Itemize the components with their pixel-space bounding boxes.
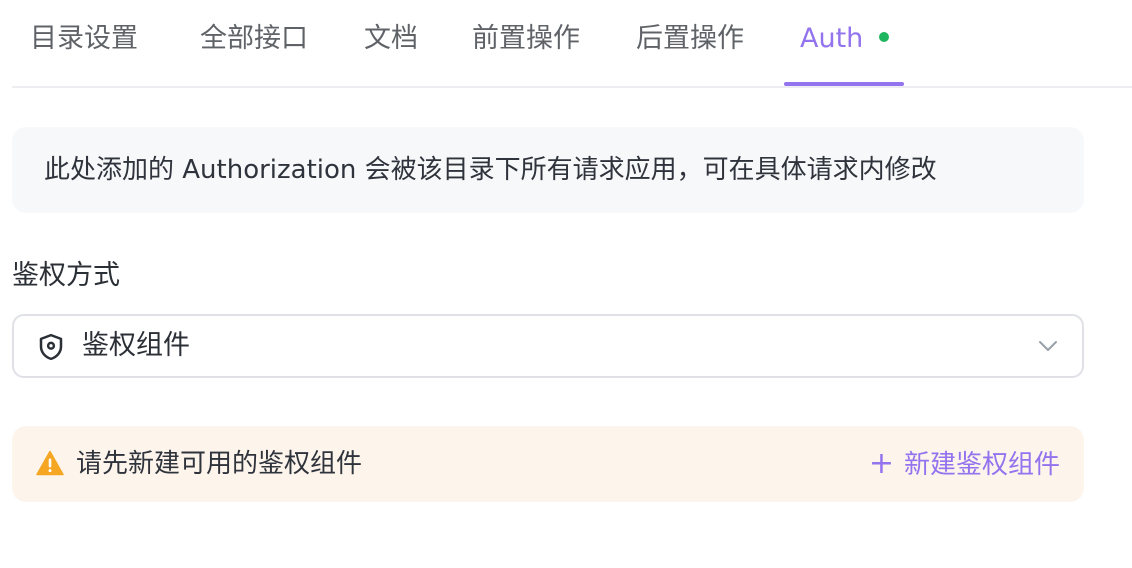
auth-method-select[interactable]: 鉴权组件 (12, 314, 1084, 378)
tab-docs[interactable]: 文档 (364, 0, 418, 86)
auth-info-banner: 此处添加的 Authorization 会被该目录下所有请求应用，可在具体请求内… (12, 127, 1084, 213)
no-auth-component-warning: 请先新建可用的鉴权组件 + 新建鉴权组件 (12, 426, 1084, 502)
create-auth-component-label: 新建鉴权组件 (903, 450, 1060, 480)
warning-triangle-icon (36, 450, 64, 476)
tab-pre-operations[interactable]: 前置操作 (472, 0, 580, 86)
chevron-down-icon (1039, 341, 1057, 351)
tab-directory-settings[interactable]: 目录设置 (30, 0, 138, 86)
tab-all-apis[interactable]: 全部接口 (200, 0, 308, 86)
tab-auth[interactable]: Auth (800, 0, 890, 86)
shield-icon (39, 333, 63, 361)
warning-text: 请先新建可用的鉴权组件 (76, 449, 363, 479)
plus-icon: + (868, 446, 894, 481)
create-auth-component-button[interactable]: + 新建鉴权组件 (869, 426, 1060, 503)
auth-method-label: 鉴权方式 (12, 260, 120, 291)
active-tab-indicator (784, 82, 904, 86)
tab-bar: 目录设置 全部接口 文档 前置操作 后置操作 Auth (12, 0, 1132, 88)
auth-method-value: 鉴权组件 (82, 330, 190, 361)
tab-auth-label: Auth (800, 23, 864, 54)
tab-post-operations[interactable]: 后置操作 (636, 0, 744, 86)
auth-info-text: 此处添加的 Authorization 会被该目录下所有请求应用，可在具体请求内… (44, 155, 937, 185)
status-dot-icon (879, 31, 890, 42)
